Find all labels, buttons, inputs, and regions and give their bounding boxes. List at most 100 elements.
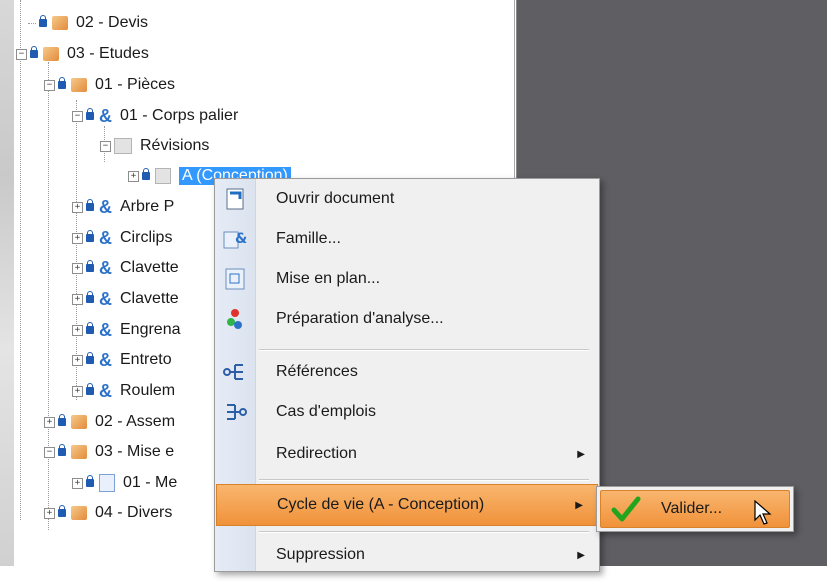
- expand-icon[interactable]: +: [44, 507, 55, 519]
- tree-item-corps-palier[interactable]: − & 01 - Corps palier: [72, 103, 238, 129]
- part-icon: &: [99, 106, 112, 126]
- expand-icon[interactable]: +: [44, 416, 55, 428]
- check-icon: [611, 495, 641, 528]
- submenu-arrow-icon: ▶: [577, 448, 585, 460]
- expand-icon[interactable]: +: [72, 262, 83, 274]
- tree-item-revisions[interactable]: − Révisions: [100, 133, 209, 159]
- collapse-icon[interactable]: −: [16, 48, 27, 60]
- drawing-icon: [223, 267, 247, 291]
- family-icon: &: [223, 227, 247, 251]
- menu-item-famille[interactable]: & Famille...: [215, 219, 599, 259]
- lock-icon: [86, 383, 94, 395]
- expand-icon[interactable]: +: [72, 385, 83, 397]
- menu-item-label: Préparation d'analyse...: [276, 310, 444, 327]
- tree-item-assemblages[interactable]: + 02 - Assem: [44, 409, 175, 435]
- menu-item-redirection[interactable]: Redirection ▶: [215, 434, 599, 474]
- lock-icon: [39, 15, 47, 27]
- part-icon: &: [99, 228, 112, 248]
- revision-item-icon: [155, 168, 171, 184]
- lock-icon: [142, 168, 150, 180]
- submenu-arrow-icon: ▶: [577, 549, 585, 561]
- tree-item-label: 03 - Etudes: [67, 45, 149, 62]
- menu-item-suppression[interactable]: Suppression ▶: [215, 535, 599, 575]
- menu-separator: [259, 349, 589, 351]
- tree-item-devis[interactable]: 02 - Devis: [28, 10, 148, 36]
- menu-item-cycle-de-vie[interactable]: Cycle de vie (A - Conception) ▶: [216, 484, 598, 526]
- tree-item-label: 01 - Pièces: [95, 76, 176, 93]
- part-icon: &: [99, 258, 112, 278]
- part-icon: &: [99, 197, 112, 217]
- lock-icon: [58, 77, 66, 89]
- open-document-icon: [223, 187, 247, 211]
- lock-icon: [86, 230, 94, 242]
- tree-item-label: Révisions: [140, 137, 210, 154]
- collapse-icon[interactable]: −: [100, 140, 111, 152]
- tree-item-label: Roulem: [120, 382, 176, 399]
- submenu-arrow-icon: ▶: [575, 499, 583, 511]
- collapse-icon[interactable]: −: [44, 446, 55, 458]
- lock-icon: [58, 444, 66, 456]
- menu-item-label: Valider...: [661, 500, 723, 517]
- menu-item-label: Cas d'emplois: [276, 403, 376, 420]
- folder-icon: [71, 415, 87, 429]
- tree-item-label: 02 - Devis: [76, 14, 149, 31]
- part-icon: &: [99, 381, 112, 401]
- tree-item-label: Clavette: [120, 259, 179, 276]
- tree-item-part[interactable]: + & Clavette: [72, 255, 179, 281]
- tree-item-mise-en-plan[interactable]: − 03 - Mise e: [44, 439, 174, 465]
- tree-item-label: Clavette: [120, 290, 179, 307]
- expand-icon[interactable]: +: [72, 354, 83, 366]
- lock-icon: [86, 352, 94, 364]
- menu-item-cas-emplois[interactable]: Cas d'emplois: [215, 392, 599, 432]
- menu-item-label: Cycle de vie (A - Conception): [277, 496, 485, 513]
- tree-item-pieces[interactable]: − 01 - Pièces: [44, 72, 175, 98]
- where-used-icon: [223, 400, 247, 424]
- lock-icon: [58, 505, 66, 517]
- tree-item-label: Circlips: [120, 229, 173, 246]
- tree-item-drawing[interactable]: + 01 - Me: [72, 470, 177, 496]
- tree-item-divers[interactable]: + 04 - Divers: [44, 500, 172, 526]
- menu-item-references[interactable]: Références: [215, 352, 599, 392]
- menu-item-ouvrir-document[interactable]: Ouvrir document: [215, 179, 599, 219]
- menu-item-label: Famille...: [276, 230, 341, 247]
- tree-item-part[interactable]: + & Roulem: [72, 378, 175, 404]
- folder-icon: [71, 445, 87, 459]
- tree-item-label: Engrena: [120, 321, 181, 338]
- tree-item-label: Entreto: [120, 351, 172, 368]
- tree-item-label: 04 - Divers: [95, 504, 173, 521]
- expand-icon[interactable]: +: [72, 293, 83, 305]
- part-icon: &: [99, 320, 112, 340]
- lock-icon: [86, 475, 94, 487]
- part-icon: &: [99, 350, 112, 370]
- tree-item-part[interactable]: + & Clavette: [72, 286, 179, 312]
- folder-icon: [43, 47, 59, 61]
- tree-item-label: 03 - Mise e: [95, 443, 175, 460]
- expand-icon[interactable]: +: [72, 232, 83, 244]
- collapse-icon[interactable]: −: [72, 110, 83, 122]
- tree-item-etudes[interactable]: − 03 - Etudes: [16, 41, 149, 67]
- menu-separator: [259, 531, 589, 533]
- mouse-cursor-icon: [754, 499, 772, 531]
- tree-item-part[interactable]: + & Engrena: [72, 317, 181, 343]
- tree-item-part[interactable]: + & Entreto: [72, 347, 172, 373]
- expand-icon[interactable]: +: [128, 170, 139, 182]
- expand-icon[interactable]: +: [72, 201, 83, 213]
- expand-icon[interactable]: +: [72, 324, 83, 336]
- menu-item-mise-en-plan[interactable]: Mise en plan...: [215, 259, 599, 299]
- folder-icon: [52, 16, 68, 30]
- collapse-icon[interactable]: −: [44, 79, 55, 91]
- context-menu: Ouvrir document & Famille... Mise en pla…: [214, 178, 600, 572]
- lock-icon: [86, 322, 94, 334]
- lock-icon: [30, 46, 38, 58]
- drawing-icon: [99, 474, 115, 492]
- tree-guide-line: [20, 0, 21, 520]
- analysis-icon: [223, 307, 247, 331]
- expand-icon[interactable]: +: [72, 477, 83, 489]
- tree-item-label: Arbre P: [120, 198, 175, 215]
- tree-item-part[interactable]: + & Arbre P: [72, 194, 174, 220]
- tree-item-part[interactable]: + & Circlips: [72, 225, 172, 251]
- lock-icon: [86, 291, 94, 303]
- svg-text:&: &: [235, 231, 247, 247]
- menu-item-preparation-analyse[interactable]: Préparation d'analyse...: [215, 299, 599, 339]
- references-icon: [223, 360, 247, 384]
